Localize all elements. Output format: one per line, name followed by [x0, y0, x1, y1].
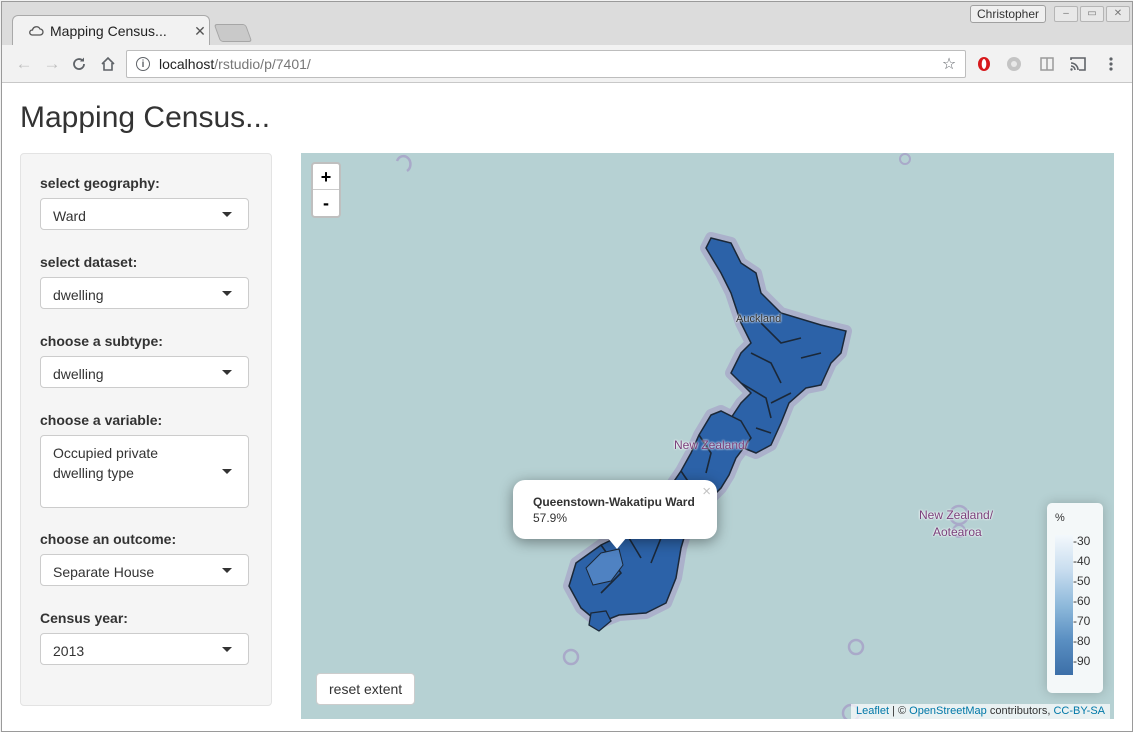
shiny-app: Mapping Census... select geography: Ward…: [2, 83, 1132, 731]
nz-label-line1: New Zealand/: [919, 508, 994, 522]
subtype-select[interactable]: dwelling: [40, 356, 249, 388]
tab-title: Mapping Census...: [50, 23, 167, 39]
legend-tick: -40: [1073, 554, 1091, 568]
sidebar-panel: select geography: Ward select dataset: d…: [20, 153, 272, 706]
extension-grey-icon[interactable]: [1004, 54, 1024, 74]
url-text[interactable]: localhost/rstudio/p/7401/: [159, 56, 939, 72]
home-icon[interactable]: [98, 54, 118, 74]
legend-color-bar: [1055, 535, 1073, 675]
map-legend: % -30 -40 -50 -60 -70 -80 -90: [1047, 503, 1103, 693]
opera-extension-icon[interactable]: [974, 54, 994, 74]
osm-link[interactable]: OpenStreetMap: [909, 705, 987, 717]
map-attribution: Leaflet | © OpenStreetMap contributors, …: [850, 704, 1110, 719]
reload-icon[interactable]: [69, 54, 89, 74]
maximize-icon[interactable]: ▭: [1080, 6, 1104, 22]
legend-tick: -60: [1073, 594, 1091, 608]
reset-extent-button[interactable]: reset extent: [316, 673, 416, 705]
cast-icon[interactable]: [1068, 54, 1088, 74]
popup-title: Queenstown-Wakatipu Ward: [533, 495, 695, 509]
auckland-label: Auckland: [736, 313, 782, 325]
geography-select[interactable]: Ward: [40, 198, 249, 230]
forward-icon[interactable]: →: [42, 54, 62, 74]
bookmark-star-icon[interactable]: ☆: [939, 54, 959, 74]
title-bar: Mapping Census... ✕ Christopher – ▭ ✕: [2, 2, 1132, 46]
outcome-label: choose an outcome:: [40, 531, 177, 547]
zoom-in-button[interactable]: +: [313, 164, 339, 190]
leaflet-map[interactable]: Auckland New Zealand/ New Zealand/ Aotea…: [301, 153, 1114, 719]
menu-icon[interactable]: [1101, 54, 1121, 74]
browser-window: Mapping Census... ✕ Christopher – ▭ ✕ ← …: [1, 1, 1133, 732]
site-info-icon[interactable]: i: [136, 57, 150, 71]
map-base-layer: [395, 153, 970, 719]
close-window-icon[interactable]: ✕: [1106, 6, 1130, 22]
minimize-icon[interactable]: –: [1054, 6, 1078, 22]
variable-select[interactable]: Occupied private dwelling type: [40, 435, 249, 508]
outcome-select[interactable]: Separate House: [40, 554, 249, 586]
census-year-select[interactable]: 2013: [40, 633, 249, 665]
popup-close-icon[interactable]: ×: [702, 483, 711, 500]
dropdown-caret-icon: [222, 291, 232, 296]
browser-tab-content[interactable]: Mapping Census... ✕: [28, 16, 208, 46]
subtype-label: choose a subtype:: [40, 333, 163, 349]
back-icon[interactable]: ←: [14, 54, 34, 74]
dataset-label: select dataset:: [40, 254, 138, 270]
dropdown-caret-icon: [222, 568, 232, 573]
legend-tick: -30: [1073, 534, 1091, 548]
legend-tick: -80: [1073, 634, 1091, 648]
variable-label: choose a variable:: [40, 412, 163, 428]
reader-icon[interactable]: [1037, 54, 1057, 74]
profile-button[interactable]: Christopher: [970, 5, 1047, 23]
popup-value: 57.9%: [533, 511, 568, 525]
zoom-control: + -: [311, 162, 341, 218]
legend-tick: -70: [1073, 614, 1091, 628]
dropdown-caret-icon: [222, 647, 232, 652]
legend-tick: -50: [1073, 574, 1091, 588]
dropdown-caret-icon: [222, 370, 232, 375]
dropdown-caret-icon: [222, 212, 232, 217]
leaflet-link[interactable]: Leaflet: [856, 705, 889, 717]
ward-popup: × Queenstown-Wakatipu Ward 57.9%: [513, 480, 717, 549]
dropdown-caret-icon: [222, 469, 232, 474]
dataset-select[interactable]: dwelling: [40, 277, 249, 309]
cloud-icon: [29, 26, 44, 36]
license-link[interactable]: CC-BY-SA: [1053, 705, 1105, 717]
tab-close-icon[interactable]: ✕: [192, 23, 208, 40]
nz-partial-label: New Zealand/: [674, 438, 749, 452]
browser-toolbar: ← → i localhost/rstudio/p/7401/ ☆: [2, 45, 1132, 83]
page-title: Mapping Census...: [20, 101, 271, 134]
address-bar[interactable]: i localhost/rstudio/p/7401/ ☆: [126, 50, 966, 78]
new-tab-button[interactable]: [213, 24, 253, 42]
legend-title: %: [1055, 512, 1065, 524]
nz-label-line2: Aotearoa: [933, 525, 982, 539]
popup-tip: [607, 537, 627, 549]
census-year-label: Census year:: [40, 610, 128, 626]
legend-tick: -90: [1073, 654, 1091, 668]
zoom-out-button[interactable]: -: [313, 190, 339, 216]
geography-label: select geography:: [40, 175, 160, 191]
